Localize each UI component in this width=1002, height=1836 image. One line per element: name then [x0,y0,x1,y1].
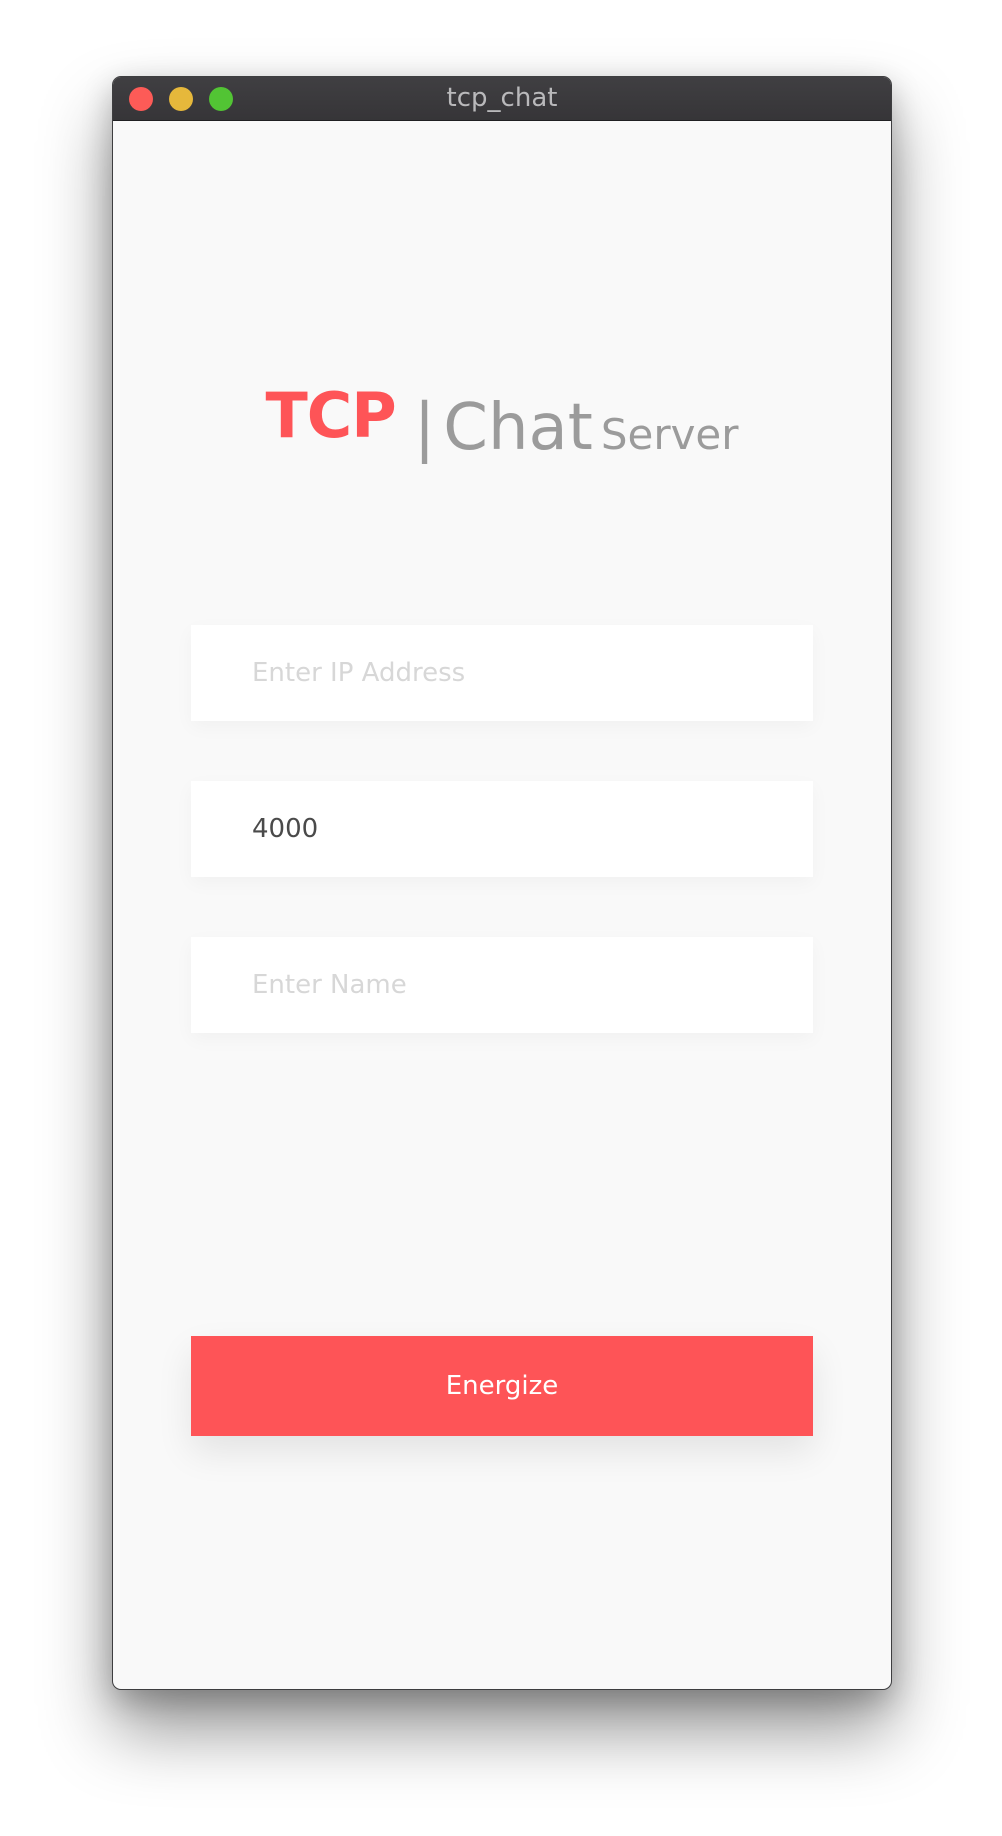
port-field-container [191,781,813,877]
energize-button[interactable]: Energize [191,1336,813,1436]
logo-separator: | [413,391,436,465]
logo-server: Server [600,410,739,459]
name-field-container [191,937,813,1033]
logo-tcp: TCP [265,379,396,452]
window-titlebar[interactable]: tcp_chat [113,77,891,121]
app-window: tcp_chat TCP|ChatServer Energize [112,76,892,1690]
name-input[interactable] [191,937,813,1033]
ip-address-field-container [191,625,813,721]
window-title: tcp_chat [446,83,558,113]
login-panel: TCP|ChatServer Energize [113,121,891,1689]
app-logo: TCP | Chat Server [113,379,891,465]
ip-address-input[interactable] [191,625,813,721]
port-input[interactable] [191,781,813,877]
logo-chat: Chat [443,391,593,465]
